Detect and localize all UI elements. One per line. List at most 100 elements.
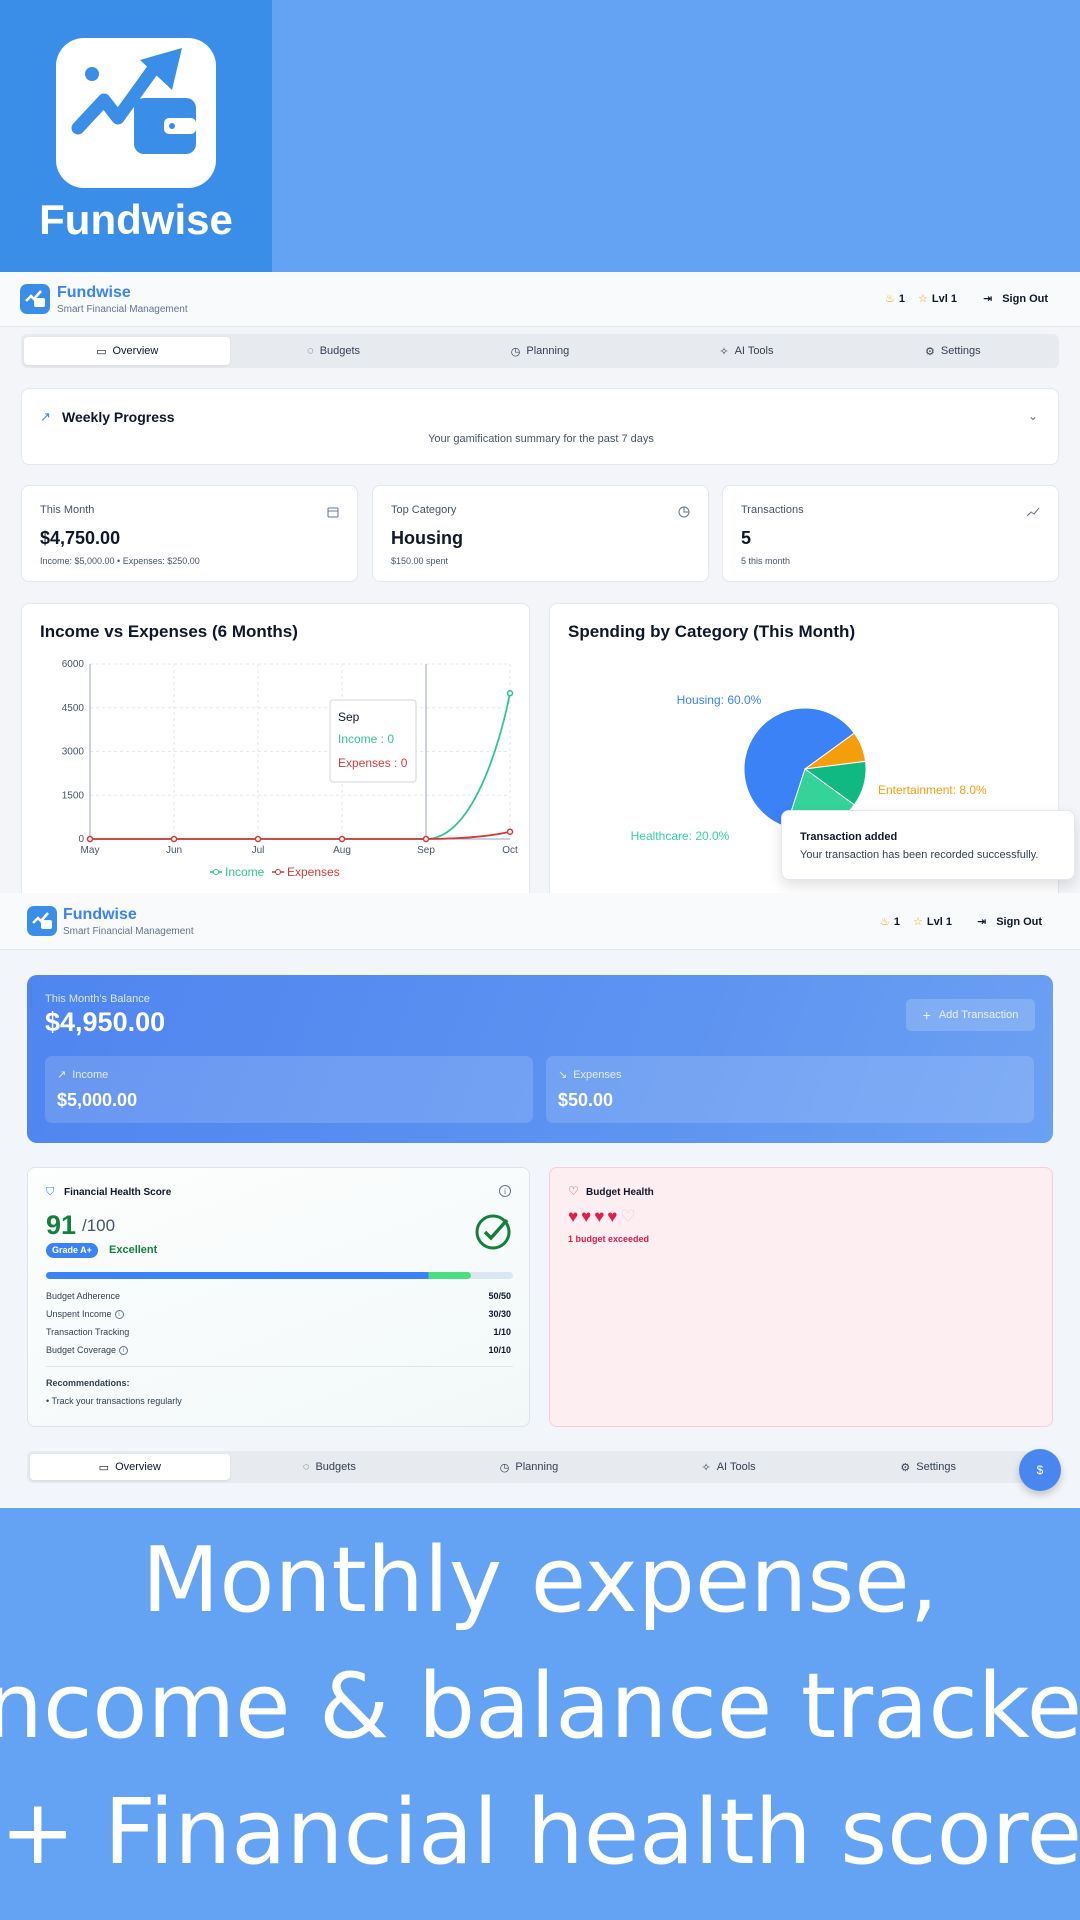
recommendation-item: • Track your transactions regularly [46,1396,182,1406]
header-brand: Fundwise [63,906,137,923]
stat-value: Housing [391,528,463,548]
health-row-value: 30/30 [488,1309,511,1319]
header-logo-icon [27,906,57,936]
promo-caption: Monthly expense, income & balance tracke… [0,1508,1080,1920]
legend-marker-dot [275,869,281,875]
health-progress-bar [46,1272,513,1279]
y-tick-label: 4500 [62,703,85,714]
bottom-tabs: ▭ Overview ◌ Budgets ◷ Planning ✧ AI Tools ⚙… [27,1451,1031,1483]
tab-ai-tools[interactable]: ✧ AI Tools [643,337,849,365]
level-badge: ☆ Lvl 1 [918,292,957,306]
caption-line-1: Monthly expense, [141,1528,939,1633]
stat-sub: Income: $5,000.00 • Expenses: $250.00 [40,556,200,566]
income-value: $5,000.00 [57,1090,138,1110]
sparkles-icon: ✧ [701,1461,711,1474]
chart-tooltip: Sep Income : 0 Expenses : 0 [329,699,417,783]
tab-overview[interactable]: ▭ Overview [30,1454,230,1480]
transaction-toast[interactable]: Transaction added Your transaction has b… [781,810,1075,880]
recommendations-title: Recommendations: [46,1378,130,1388]
data-point-expenses [422,835,430,843]
sparkles-icon: ✧ [719,345,729,358]
heart-filled-icon: ♥ [581,1207,592,1226]
app-logo-banner: Fundwise [0,0,272,272]
app-logo-icon [56,38,216,188]
info-icon[interactable]: i [119,1345,129,1355]
stat-card-top-category: Top Category Housing $150.00 spent [372,485,709,582]
flame-icon: ♨ [880,916,890,928]
calendar-icon [327,507,339,518]
y-tick-label: 6000 [62,659,85,670]
stat-sub: $150.00 spent [391,556,449,566]
health-row-value: 1/10 [493,1327,511,1337]
app-logo-wordmark: Fundwise [39,196,233,243]
tooltip-title: Sep [338,710,360,724]
data-point-expenses [170,835,178,843]
tab-ai-tools[interactable]: ✧ AI Tools [629,1454,829,1480]
gear-icon: ⚙ [900,1461,911,1474]
shield-icon: ⛉ [46,1186,55,1198]
header-tagline: Smart Financial Management [57,304,188,315]
app-header: Fundwise Smart Financial Management ♨ 1 ☆… [0,272,1080,327]
weekly-progress-subtitle: Your gamification summary for the past 7… [428,433,654,445]
x-tick-label: Aug [333,845,351,856]
header-brand: Fundwise [57,284,131,301]
health-row-label: Transaction Tracking [46,1327,130,1337]
weekly-progress-card[interactable]: ↗ Weekly Progress Your gamification summ… [21,388,1059,465]
heart-outline-icon: ♡ [568,1184,579,1198]
sign-out-button[interactable]: ⇥ Sign Out [983,292,1048,306]
pie-slice-label: Healthcare: 20.0% [631,829,730,843]
legend-label: Income [225,865,265,879]
health-rating: Excellent [109,1244,158,1256]
x-tick-label: Jun [166,845,182,856]
pie-chart-icon [678,506,690,518]
series-line-income [90,692,511,840]
tab-budgets[interactable]: ◌ Budgets [230,337,436,365]
balance-value: $4,950.00 [45,1007,166,1037]
y-tick-label: 3000 [62,747,85,758]
stat-label: This Month [40,504,95,516]
legend-marker-dot [213,869,219,875]
stat-label: Top Category [391,504,457,516]
piggy-bank-icon: ◌ [307,345,314,357]
income-expenses-chart-card: Income vs Expenses (6 Months) 0 1500 3000 4… [21,603,530,893]
legend-label: Expenses [287,865,340,879]
tab-planning[interactable]: ◷ Planning [437,337,643,365]
add-transaction-button[interactable]: + Add Transaction [906,999,1035,1031]
data-point-expenses [254,835,262,843]
health-row-value: 10/10 [488,1345,511,1355]
info-icon[interactable]: i [114,1309,124,1319]
tab-budgets[interactable]: ◌ Budgets [230,1454,430,1480]
info-icon[interactable]: i [499,1185,511,1197]
star-icon: ☆ [918,293,928,305]
header-tagline: Smart Financial Management [63,926,194,937]
sign-out-button[interactable]: ⇥ Sign Out [977,915,1042,929]
chevron-down-icon[interactable]: ⌄ [1028,409,1038,423]
tab-planning[interactable]: ◷ Planning [429,1454,629,1480]
stat-card-transactions: Transactions 5 5 this month [722,485,1059,582]
tab-settings[interactable]: ⚙ Settings [828,1454,1028,1480]
divider [46,1366,513,1367]
heart-empty-icon: ♡ [620,1207,636,1226]
x-tick-label: Oct [502,845,518,856]
header-logo-icon [20,284,50,314]
star-icon: ☆ [913,916,923,928]
income-summary: ↗ Income $5,000.00 [45,1056,533,1123]
data-point-income [506,689,514,697]
pie-slice-label: Entertainment: 8.0% [878,783,987,797]
tab-overview[interactable]: ▭ Overview [24,337,231,365]
tab-settings[interactable]: ⚙ Settings [850,337,1056,365]
app-header: Fundwise Smart Financial Management ♨ 1 ☆… [0,893,1080,950]
x-tick-label: Sep [417,845,435,856]
dollar-icon: $ [1036,1463,1044,1477]
health-progress-fill [46,1272,471,1279]
caption-line-3: + Financial health score [0,1780,1080,1885]
log-out-icon: ⇥ [983,293,993,305]
streak-badge: ♨ 1 [880,915,900,929]
toast-title: Transaction added [800,831,898,843]
trending-up-icon: ↗ [40,409,51,424]
plus-icon: + [922,1007,931,1023]
income-expenses-line-chart: 0 1500 3000 4500 6000 May Jun Jul Aug Sep Oct Sep In… [62,659,518,879]
budget-health-title: Budget Health [586,1187,654,1198]
main-tabs: ▭ Overview ◌ Budgets ◷ Planning ✧ AI Tools ⚙… [21,334,1059,368]
quick-add-fab[interactable]: $ [1019,1449,1061,1491]
